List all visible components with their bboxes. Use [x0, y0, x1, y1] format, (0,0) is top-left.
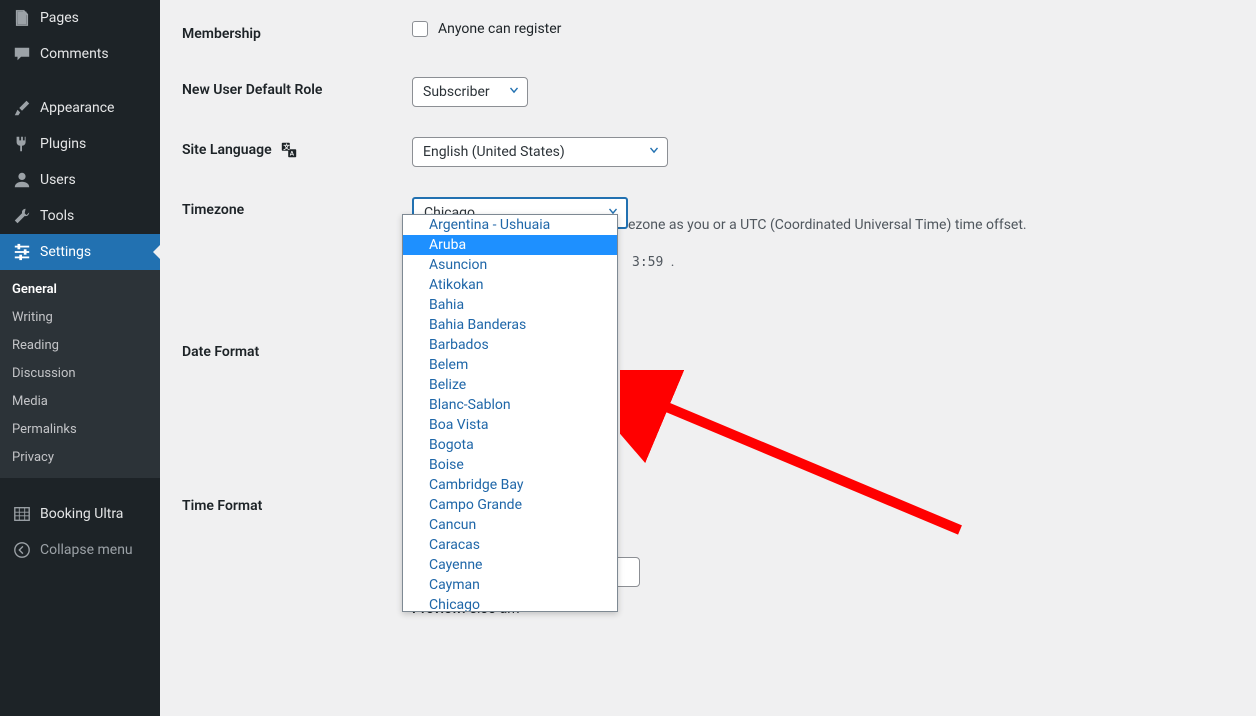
plug-icon	[12, 134, 32, 154]
translate-icon: 文A	[281, 142, 297, 158]
submenu-item-media[interactable]: Media	[0, 388, 160, 416]
user-icon	[12, 170, 32, 190]
default-role-select[interactable]: Subscriber	[412, 77, 528, 107]
site-language-value: English (United States)	[423, 144, 565, 160]
sliders-icon	[12, 242, 32, 262]
chevron-down-icon	[507, 83, 521, 101]
settings-submenu: General Writing Reading Discussion Media…	[0, 270, 160, 478]
admin-sidebar: Pages Comments Appearance Plugins Users …	[0, 0, 160, 716]
default-role-value: Subscriber	[423, 84, 490, 100]
utc-time-code: 3:59	[628, 253, 667, 272]
timezone-option[interactable]: Barbados	[403, 335, 617, 355]
wrench-icon	[12, 206, 32, 226]
default-role-label: New User Default Role	[182, 62, 402, 122]
timezone-option[interactable]: Atikokan	[403, 275, 617, 295]
sidebar-item-booking-ultra[interactable]: Booking Ultra	[0, 496, 160, 532]
site-language-label: Site Language 文A	[182, 122, 402, 182]
brush-icon	[12, 98, 32, 118]
sidebar-item-settings[interactable]: Settings	[0, 234, 160, 270]
timezone-option[interactable]: Aruba	[403, 235, 617, 255]
sidebar-item-label: Comments	[40, 45, 109, 63]
submenu-item-privacy[interactable]: Privacy	[0, 444, 160, 472]
sidebar-item-appearance[interactable]: Appearance	[0, 90, 160, 126]
submenu-item-permalinks[interactable]: Permalinks	[0, 416, 160, 444]
sidebar-item-label: Appearance	[40, 99, 114, 117]
sidebar-item-label: Booking Ultra	[40, 505, 123, 523]
timezone-label: Timezone	[182, 182, 402, 288]
timezone-option[interactable]: Bahia	[403, 295, 617, 315]
collapse-label: Collapse menu	[40, 541, 133, 559]
sidebar-item-label: Pages	[40, 9, 79, 27]
sidebar-item-plugins[interactable]: Plugins	[0, 126, 160, 162]
chevron-down-icon	[647, 143, 661, 161]
svg-text:A: A	[290, 150, 295, 158]
timezone-dropdown-listbox[interactable]: Argentina - UshuaiaArubaAsuncionAtikokan…	[402, 214, 618, 612]
timezone-option[interactable]: Cayenne	[403, 555, 617, 575]
timezone-option[interactable]: Boise	[403, 455, 617, 475]
timezone-option[interactable]: Bahia Banderas	[403, 315, 617, 335]
timezone-option[interactable]: Belize	[403, 375, 617, 395]
submenu-item-writing[interactable]: Writing	[0, 304, 160, 332]
collapse-menu-button[interactable]: Collapse menu	[0, 532, 160, 568]
timezone-dropdown-scroll[interactable]: Argentina - UshuaiaArubaAsuncionAtikokan…	[403, 215, 617, 611]
membership-option-text: Anyone can register	[438, 21, 561, 37]
sidebar-item-users[interactable]: Users	[0, 162, 160, 198]
membership-label: Membership	[182, 6, 402, 62]
timezone-option[interactable]: Cancun	[403, 515, 617, 535]
grid-icon	[12, 504, 32, 524]
site-language-select[interactable]: English (United States)	[412, 137, 668, 167]
submenu-item-discussion[interactable]: Discussion	[0, 360, 160, 388]
timezone-option[interactable]: Argentina - Ushuaia	[403, 215, 617, 235]
sidebar-item-pages[interactable]: Pages	[0, 0, 160, 36]
collapse-icon	[12, 540, 32, 560]
sidebar-item-label: Tools	[40, 207, 74, 225]
timezone-option[interactable]: Belem	[403, 355, 617, 375]
timezone-option[interactable]: Campo Grande	[403, 495, 617, 515]
timezone-option[interactable]: Blanc-Sablon	[403, 395, 617, 415]
time-format-label: Time Format	[182, 478, 402, 632]
timezone-option[interactable]: Caracas	[403, 535, 617, 555]
submenu-item-reading[interactable]: Reading	[0, 332, 160, 360]
sidebar-item-label: Settings	[40, 243, 91, 261]
timezone-option[interactable]: Boa Vista	[403, 415, 617, 435]
sidebar-item-label: Plugins	[40, 135, 86, 153]
timezone-option[interactable]: Cambridge Bay	[403, 475, 617, 495]
sidebar-item-comments[interactable]: Comments	[0, 36, 160, 72]
membership-checkbox[interactable]	[412, 21, 428, 37]
comment-icon	[12, 44, 32, 64]
timezone-option[interactable]: Bogota	[403, 435, 617, 455]
timezone-option[interactable]: Asuncion	[403, 255, 617, 275]
timezone-option[interactable]: Chicago	[403, 595, 617, 611]
membership-checkbox-label[interactable]: Anyone can register	[412, 21, 561, 37]
timezone-option[interactable]: Cayman	[403, 575, 617, 595]
submenu-item-general[interactable]: General	[0, 276, 160, 304]
page-icon	[12, 8, 32, 28]
settings-general-form: Membership Anyone can register New User …	[160, 0, 1256, 716]
date-format-label: Date Format	[182, 288, 402, 478]
sidebar-item-tools[interactable]: Tools	[0, 198, 160, 234]
sidebar-item-label: Users	[40, 171, 76, 189]
